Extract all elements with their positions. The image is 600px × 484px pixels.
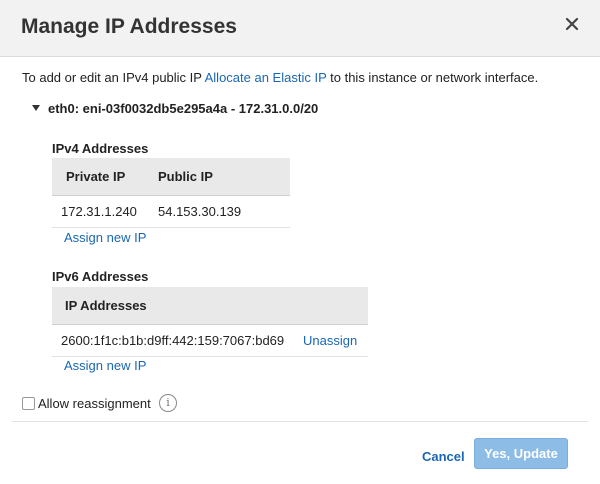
dialog-header: Manage IP Addresses — [0, 0, 600, 57]
ipv6-action-cell: Unassign — [303, 324, 368, 357]
close-icon[interactable] — [564, 16, 580, 32]
caret-down-icon[interactable] — [32, 104, 40, 111]
ipv6-section-title: IPv6 Addresses — [52, 269, 149, 284]
info-icon[interactable]: i — [159, 394, 177, 412]
assign-new-ipv6-link[interactable]: Assign new IP — [64, 358, 146, 373]
footer-divider — [12, 421, 588, 422]
ipv6-address-cell: 2600:1f1c:b1b:d9ff:442:159:7067:bd69 — [52, 324, 303, 357]
cancel-button[interactable]: Cancel — [422, 449, 465, 464]
table-row: 2600:1f1c:b1b:d9ff:442:159:7067:bd69 Una… — [52, 324, 368, 357]
ipv4-section-title: IPv4 Addresses — [52, 141, 149, 156]
ipv4-table: Private IP Public IP 172.31.1.240 54.153… — [52, 158, 290, 228]
interface-label: eth0: eni-03f0032db5e295a4a - 172.31.0.0… — [48, 101, 319, 116]
table-header-row: Private IP Public IP — [52, 158, 290, 196]
intro-text: To add or edit an IPv4 public IP Allocat… — [22, 70, 538, 85]
dialog-title: Manage IP Addresses — [21, 15, 237, 38]
column-header-ip-addresses: IP Addresses — [52, 287, 368, 325]
table-header-row: IP Addresses — [52, 287, 368, 325]
intro-suffix: to this instance or network interface. — [330, 70, 539, 85]
unassign-link[interactable]: Unassign — [303, 333, 357, 348]
column-header-public-ip: Public IP — [158, 158, 290, 196]
yes-update-button[interactable]: Yes, Update — [474, 438, 568, 469]
assign-new-ipv4-link[interactable]: Assign new IP — [64, 230, 146, 245]
column-header-private-ip: Private IP — [52, 158, 158, 196]
allocate-elastic-ip-link[interactable]: Allocate an Elastic IP — [205, 70, 327, 85]
private-ip-cell: 172.31.1.240 — [52, 195, 158, 228]
allow-reassignment-label[interactable]: Allow reassignment — [38, 396, 151, 411]
ipv6-table: IP Addresses 2600:1f1c:b1b:d9ff:442:159:… — [52, 287, 368, 357]
table-row: 172.31.1.240 54.153.30.139 — [52, 195, 290, 228]
allow-reassignment-checkbox[interactable] — [22, 397, 35, 410]
interface-toggle[interactable]: eth0: eni-03f0032db5e295a4a - 172.31.0.0… — [32, 101, 318, 116]
public-ip-cell: 54.153.30.139 — [158, 195, 290, 228]
allow-reassignment-row: Allow reassignment — [22, 396, 151, 411]
intro-prefix: To add or edit an IPv4 public IP — [22, 70, 202, 85]
